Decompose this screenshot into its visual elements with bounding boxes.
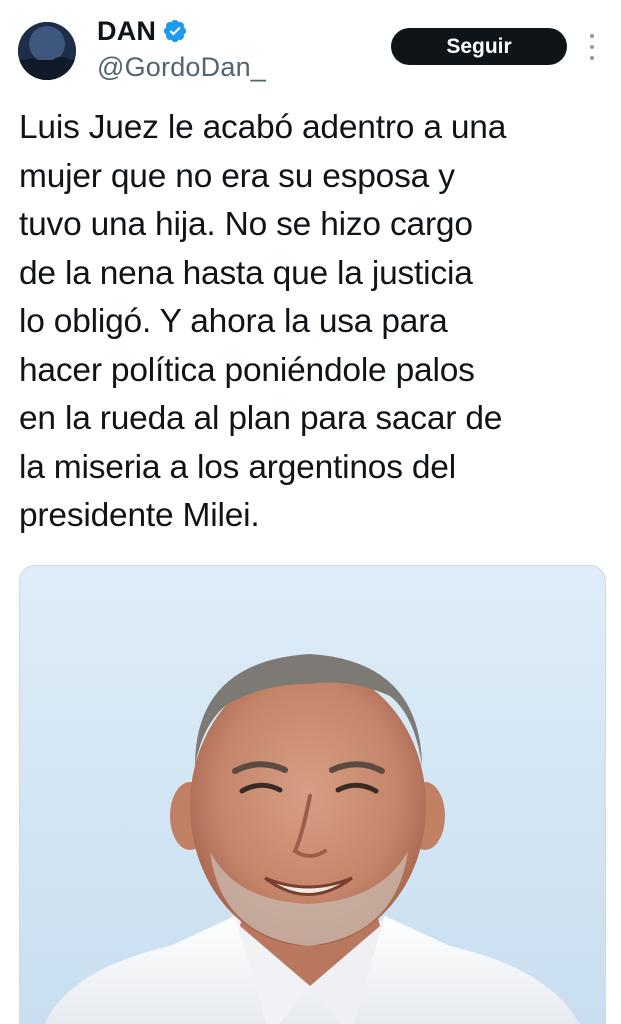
- verified-badge-icon: [164, 19, 187, 43]
- more-dot: [590, 34, 594, 38]
- avatar-image: [18, 22, 76, 80]
- more-vertical-icon[interactable]: [585, 34, 599, 60]
- author-display-name[interactable]: DAN: [97, 16, 156, 47]
- avatar[interactable]: [18, 22, 76, 80]
- tweet-card: DAN @GordoDan_ Seguir Luis Juez le acabó…: [0, 0, 621, 1024]
- tweet-media-photo[interactable]: [19, 565, 606, 1024]
- author-handle[interactable]: @GordoDan_: [97, 52, 266, 83]
- follow-button[interactable]: Seguir: [391, 28, 567, 65]
- tweet-text: Luis Juez le acabó adentro a una mujer q…: [19, 109, 507, 534]
- photo-portrait-image: [20, 566, 605, 1024]
- more-dot: [590, 56, 594, 60]
- more-dot: [590, 45, 594, 49]
- author-name-row: DAN: [97, 14, 188, 48]
